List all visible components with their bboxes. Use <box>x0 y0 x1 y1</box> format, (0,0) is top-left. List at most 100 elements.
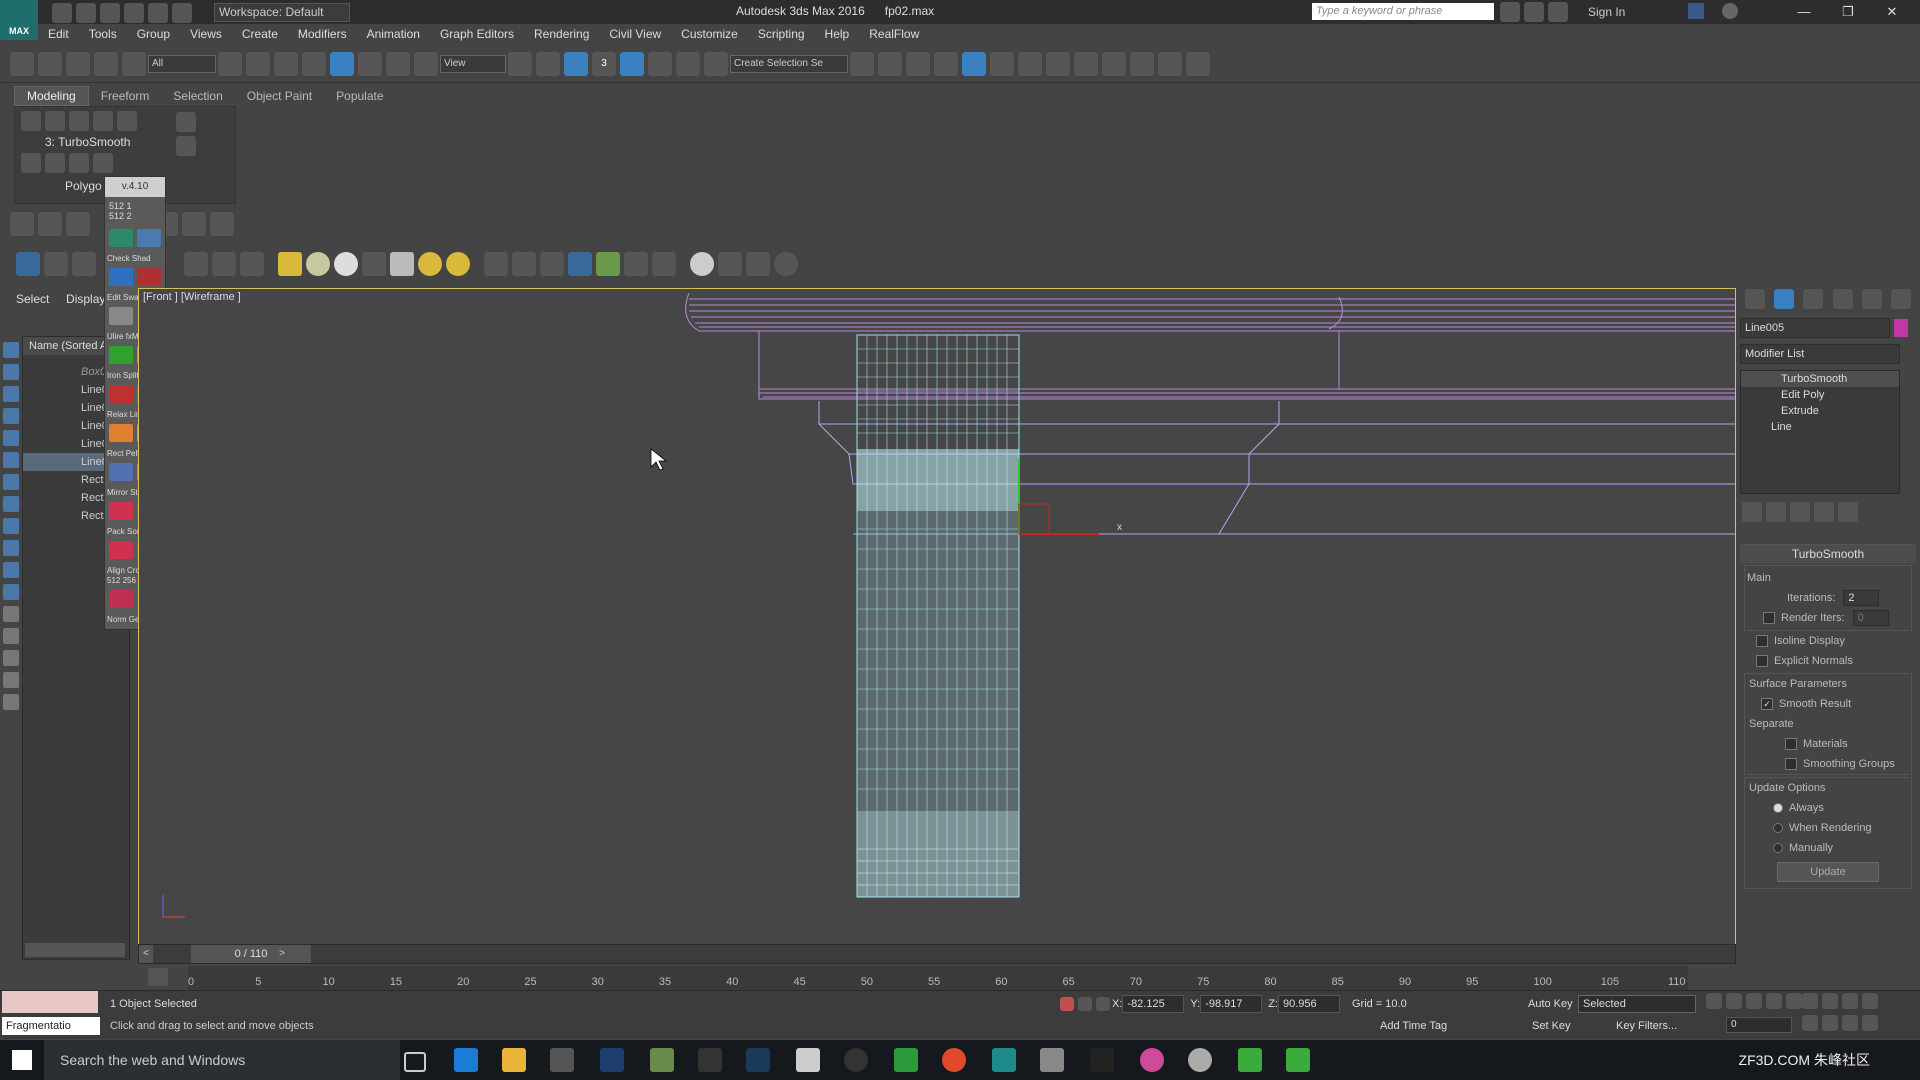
strip-tool-icon[interactable] <box>3 386 19 402</box>
vertex-icon[interactable] <box>21 111 41 131</box>
create-tab-icon[interactable] <box>1744 289 1765 309</box>
y-coordinate-field[interactable]: -98.917 <box>1200 995 1263 1013</box>
explorer-tab-display[interactable]: Display <box>66 292 105 306</box>
redo-icon[interactable] <box>148 3 168 23</box>
tab-modeling[interactable]: Modeling <box>14 86 89 106</box>
rectangular-selection-icon[interactable] <box>274 52 298 76</box>
app-icon[interactable] <box>894 1048 918 1072</box>
hair-icon[interactable] <box>568 252 592 276</box>
loop-icon[interactable] <box>184 252 208 276</box>
spinner-snap-icon[interactable] <box>676 52 700 76</box>
show-end-result-icon[interactable] <box>1766 502 1786 522</box>
sign-in-button[interactable]: Sign In <box>1588 5 1625 19</box>
next-frame-icon[interactable] <box>1766 993 1782 1009</box>
select-and-scale-icon[interactable] <box>386 52 410 76</box>
plugin-tool-icon[interactable] <box>137 229 161 247</box>
menu-scripting[interactable]: Scripting <box>748 24 815 44</box>
menu-group[interactable]: Group <box>127 24 180 44</box>
orbit-icon[interactable] <box>1842 1015 1858 1031</box>
strip-tool-icon[interactable] <box>3 540 19 556</box>
file-explorer-icon[interactable] <box>502 1048 526 1072</box>
plugin-tool-icon[interactable] <box>109 346 133 364</box>
auto-key-button[interactable]: Auto Key <box>1528 995 1573 1013</box>
strip-tool-icon[interactable] <box>3 342 19 358</box>
hand-icon[interactable] <box>212 252 236 276</box>
close-button[interactable]: ✕ <box>1872 2 1912 22</box>
exchange-icon[interactable] <box>1688 3 1704 19</box>
remove-modifier-icon[interactable] <box>1814 502 1834 522</box>
filter-icon[interactable] <box>3 672 19 688</box>
plugin-tool-icon[interactable] <box>109 502 133 520</box>
photoshop-icon[interactable] <box>109 268 133 286</box>
manually-radio[interactable] <box>1773 843 1783 854</box>
set-key-button[interactable]: Set Key <box>1532 1017 1571 1035</box>
new-file-icon[interactable] <box>52 3 72 23</box>
percent-snap-icon[interactable] <box>648 52 672 76</box>
plugin-tool-icon[interactable] <box>137 268 161 286</box>
app-icon[interactable] <box>650 1048 674 1072</box>
iterations-spinner[interactable]: 2 <box>1843 590 1880 606</box>
strip-tool-icon[interactable] <box>3 562 19 578</box>
object-name-field[interactable]: Line005 <box>1740 318 1890 338</box>
absolute-mode-icon[interactable] <box>1096 997 1110 1011</box>
plugin-tool-icon[interactable] <box>109 541 133 559</box>
plugin-tool-icon[interactable] <box>109 385 133 403</box>
app-logo[interactable]: MAX <box>0 0 38 40</box>
question-icon[interactable] <box>774 252 798 276</box>
strip-tool-icon[interactable] <box>3 694 19 710</box>
plugin-tool-icon[interactable] <box>109 463 133 481</box>
layer-manager-icon[interactable] <box>906 52 930 76</box>
render-setup-icon[interactable] <box>1074 52 1098 76</box>
curve-editor-icon[interactable] <box>990 52 1014 76</box>
plugin-tool-icon[interactable] <box>109 307 133 325</box>
zoom-icon[interactable] <box>1802 993 1818 1009</box>
box-icon[interactable] <box>278 252 302 276</box>
mirror-icon[interactable] <box>850 52 874 76</box>
menu-rendering[interactable]: Rendering <box>524 24 599 44</box>
select-and-move-icon[interactable] <box>330 52 354 76</box>
checker-icon[interactable] <box>718 252 742 276</box>
ribbon-tool-icon[interactable] <box>45 153 65 173</box>
itunes-icon[interactable] <box>1140 1048 1164 1072</box>
teapot-icon[interactable] <box>16 252 40 276</box>
3ds-max-taskbar-icon[interactable] <box>992 1048 1016 1072</box>
strip-tool-icon[interactable] <box>3 650 19 666</box>
rendered-frame-window-icon[interactable] <box>1102 52 1126 76</box>
ribbon-toggle-icon[interactable] <box>962 52 986 76</box>
ribbon-tool-icon[interactable] <box>21 153 41 173</box>
menu-tools[interactable]: Tools <box>79 24 127 44</box>
select-manipulate-icon[interactable] <box>536 52 560 76</box>
edge-icon[interactable] <box>45 111 65 131</box>
help-search-input[interactable]: Type a keyword or phrase <box>1312 3 1494 20</box>
tab-selection[interactable]: Selection <box>161 87 234 105</box>
lock-selection-icon[interactable] <box>1078 997 1092 1011</box>
menu-customize[interactable]: Customize <box>671 24 748 44</box>
menu-edit[interactable]: Edit <box>38 24 79 44</box>
maxscript-listener-mini[interactable] <box>2 991 98 1013</box>
teapot-primitive-icon[interactable] <box>362 252 386 276</box>
utilities-tab-icon[interactable] <box>1891 289 1912 309</box>
field-of-view-icon[interactable] <box>1802 1015 1818 1031</box>
render-iters-spinner[interactable]: 0 <box>1852 610 1889 626</box>
modifier-stack-item[interactable]: Edit Poly <box>1741 387 1899 403</box>
shell-icon[interactable] <box>652 252 676 276</box>
keyframe-delete-icon[interactable] <box>210 212 234 236</box>
make-unique-icon[interactable] <box>1790 502 1810 522</box>
select-and-place-icon[interactable] <box>414 52 438 76</box>
ribbon-tool-icon[interactable] <box>93 153 113 173</box>
smooth-result-checkbox[interactable]: ✓ <box>1761 698 1773 711</box>
modifier-stack-item[interactable]: Line <box>1741 419 1899 435</box>
smoothing-groups-checkbox[interactable] <box>1785 758 1797 771</box>
select-toggle-icon[interactable] <box>10 212 34 236</box>
front-viewport[interactable]: [Front ] [Wireframe ] x <box>138 288 1736 946</box>
display-none-icon[interactable] <box>38 212 62 236</box>
menu-animation[interactable]: Animation <box>357 24 430 44</box>
ribbon-tool-icon[interactable] <box>176 136 196 156</box>
workspace-dropdown[interactable]: Workspace: Default <box>214 3 350 22</box>
bind-space-warp-icon[interactable] <box>122 52 146 76</box>
help-icon[interactable] <box>1722 3 1738 19</box>
menu-views[interactable]: Views <box>180 24 232 44</box>
previous-frame-icon[interactable] <box>1726 993 1742 1009</box>
select-object-icon[interactable] <box>218 52 242 76</box>
scene-explorer-icon[interactable] <box>934 52 958 76</box>
